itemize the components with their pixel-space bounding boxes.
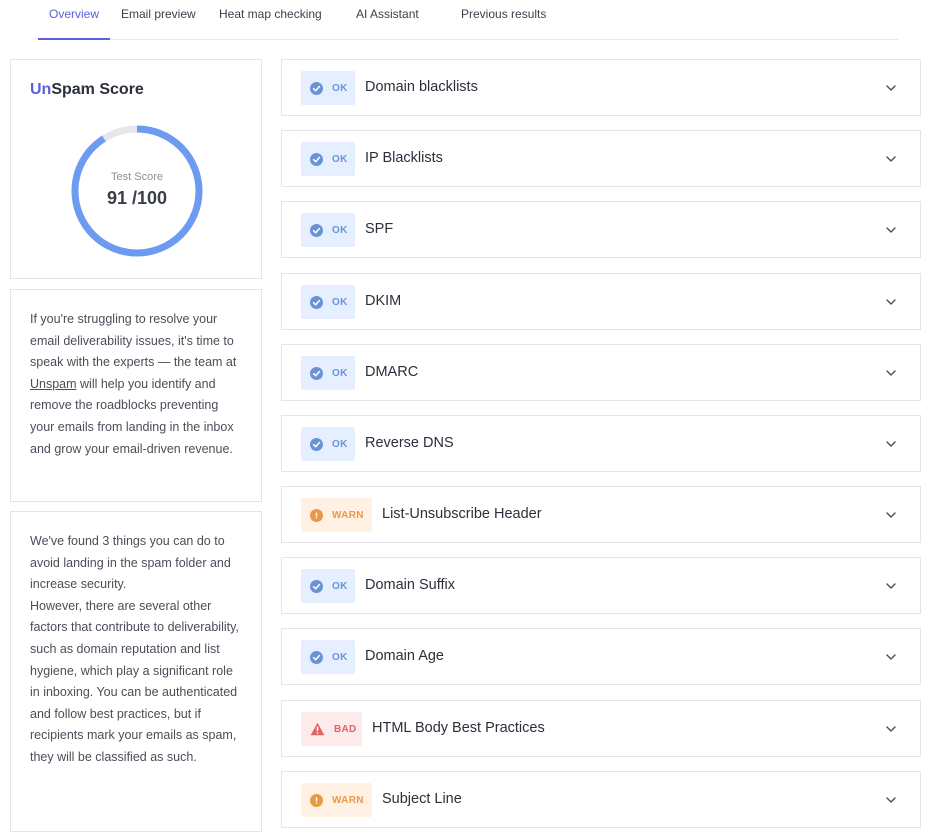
check-circle-icon — [310, 579, 323, 593]
check-circle-icon — [310, 650, 323, 664]
check-row-html-body-best-practices[interactable]: BAD HTML Body Best Practices — [281, 700, 921, 757]
chevron-down-icon[interactable] — [884, 366, 898, 380]
findings-summary-text: We've found 3 things you can do to avoid… — [30, 534, 231, 592]
check-row-domain-age[interactable]: OK Domain Age — [281, 628, 921, 685]
chevron-down-icon[interactable] — [884, 295, 898, 309]
check-row-reverse-dns[interactable]: OK Reverse DNS — [281, 415, 921, 472]
status-text: WARN — [332, 794, 364, 806]
check-label: Domain Suffix — [365, 577, 455, 593]
check-circle-icon — [310, 295, 323, 309]
exclamation-circle-icon — [310, 508, 323, 522]
check-row-subject-line[interactable]: WARN Subject Line — [281, 771, 921, 828]
tab-email-preview[interactable]: Email preview — [121, 7, 196, 21]
status-text: OK — [332, 367, 348, 379]
status-badge: WARN — [301, 783, 372, 817]
status-text: OK — [332, 153, 348, 165]
status-text: OK — [332, 82, 348, 94]
status-badge: OK — [301, 640, 355, 674]
status-badge: OK — [301, 569, 355, 603]
status-text: OK — [332, 580, 348, 592]
status-text: OK — [332, 651, 348, 663]
chevron-down-icon[interactable] — [884, 437, 898, 451]
expert-help-text-start: If you're struggling to resolve your ema… — [30, 312, 237, 370]
check-circle-icon — [310, 437, 323, 451]
check-circle-icon — [310, 223, 323, 237]
score-label: Test Score — [111, 171, 163, 183]
check-label: Domain blacklists — [365, 79, 478, 95]
status-badge: OK — [301, 285, 355, 319]
check-label: Subject Line — [382, 791, 462, 807]
warning-triangle-icon — [310, 722, 325, 736]
status-text: BAD — [334, 723, 357, 735]
unspam-link[interactable]: Unspam — [30, 377, 77, 391]
check-circle-icon — [310, 152, 323, 166]
tab-ai-assistant[interactable]: AI Assistant — [356, 7, 419, 21]
findings-detail-text: However, there are several other factors… — [30, 598, 239, 764]
chevron-down-icon[interactable] — [884, 579, 898, 593]
check-label: IP Blacklists — [365, 150, 443, 166]
chevron-down-icon[interactable] — [884, 650, 898, 664]
tab-bar: Overview Email preview Heat map checking… — [0, 0, 935, 40]
tab-overview[interactable]: Overview — [49, 7, 99, 21]
check-label: HTML Body Best Practices — [372, 720, 545, 736]
status-text: WARN — [332, 509, 364, 521]
status-badge: OK — [301, 213, 355, 247]
tab-divider — [38, 39, 898, 40]
check-row-domain-suffix[interactable]: OK Domain Suffix — [281, 557, 921, 614]
check-row-list-unsubscribe-header[interactable]: WARN List-Unsubscribe Header — [281, 486, 921, 543]
check-label: DMARC — [365, 364, 419, 380]
status-text: OK — [332, 296, 348, 308]
tab-heat-map-checking[interactable]: Heat map checking — [219, 7, 322, 21]
status-text: OK — [332, 224, 348, 236]
score-title-rest: Spam Score — [51, 81, 144, 98]
chevron-down-icon[interactable] — [884, 81, 898, 95]
chevron-down-icon[interactable] — [884, 508, 898, 522]
check-label: Reverse DNS — [365, 435, 454, 451]
status-badge: BAD — [301, 712, 362, 746]
status-badge: OK — [301, 356, 355, 390]
chevron-down-icon[interactable] — [884, 793, 898, 807]
check-label: Domain Age — [365, 648, 444, 664]
check-row-ip-blacklists[interactable]: OK IP Blacklists — [281, 130, 921, 187]
status-badge: WARN — [301, 498, 372, 532]
active-tab-indicator — [38, 38, 110, 40]
chevron-down-icon[interactable] — [884, 152, 898, 166]
check-label: DKIM — [365, 293, 402, 309]
status-badge: OK — [301, 427, 355, 461]
score-title: UnSpam Score — [30, 81, 144, 99]
check-circle-icon — [310, 81, 323, 95]
chevron-down-icon[interactable] — [884, 722, 898, 736]
status-text: OK — [332, 438, 348, 450]
status-badge: OK — [301, 71, 355, 105]
score-value: 91 /100 — [106, 188, 168, 208]
check-row-dmarc[interactable]: OK DMARC — [281, 344, 921, 401]
check-label: List-Unsubscribe Header — [382, 506, 542, 522]
expert-help-card: If you're struggling to resolve your ema… — [10, 289, 262, 502]
check-row-domain-blacklists[interactable]: OK Domain blacklists — [281, 59, 921, 116]
score-card: UnSpam Score Test Score 91 /100 — [10, 59, 262, 279]
check-row-dkim[interactable]: OK DKIM — [281, 273, 921, 330]
tab-previous-results[interactable]: Previous results — [461, 7, 546, 21]
findings-summary-card: We've found 3 things you can do to avoid… — [10, 511, 262, 832]
check-row-spf[interactable]: OK SPF — [281, 201, 921, 258]
check-circle-icon — [310, 366, 323, 380]
chevron-down-icon[interactable] — [884, 223, 898, 237]
exclamation-circle-icon — [310, 793, 323, 807]
score-title-brand: Un — [30, 81, 52, 98]
check-label: SPF — [365, 221, 394, 237]
status-badge: OK — [301, 142, 355, 176]
